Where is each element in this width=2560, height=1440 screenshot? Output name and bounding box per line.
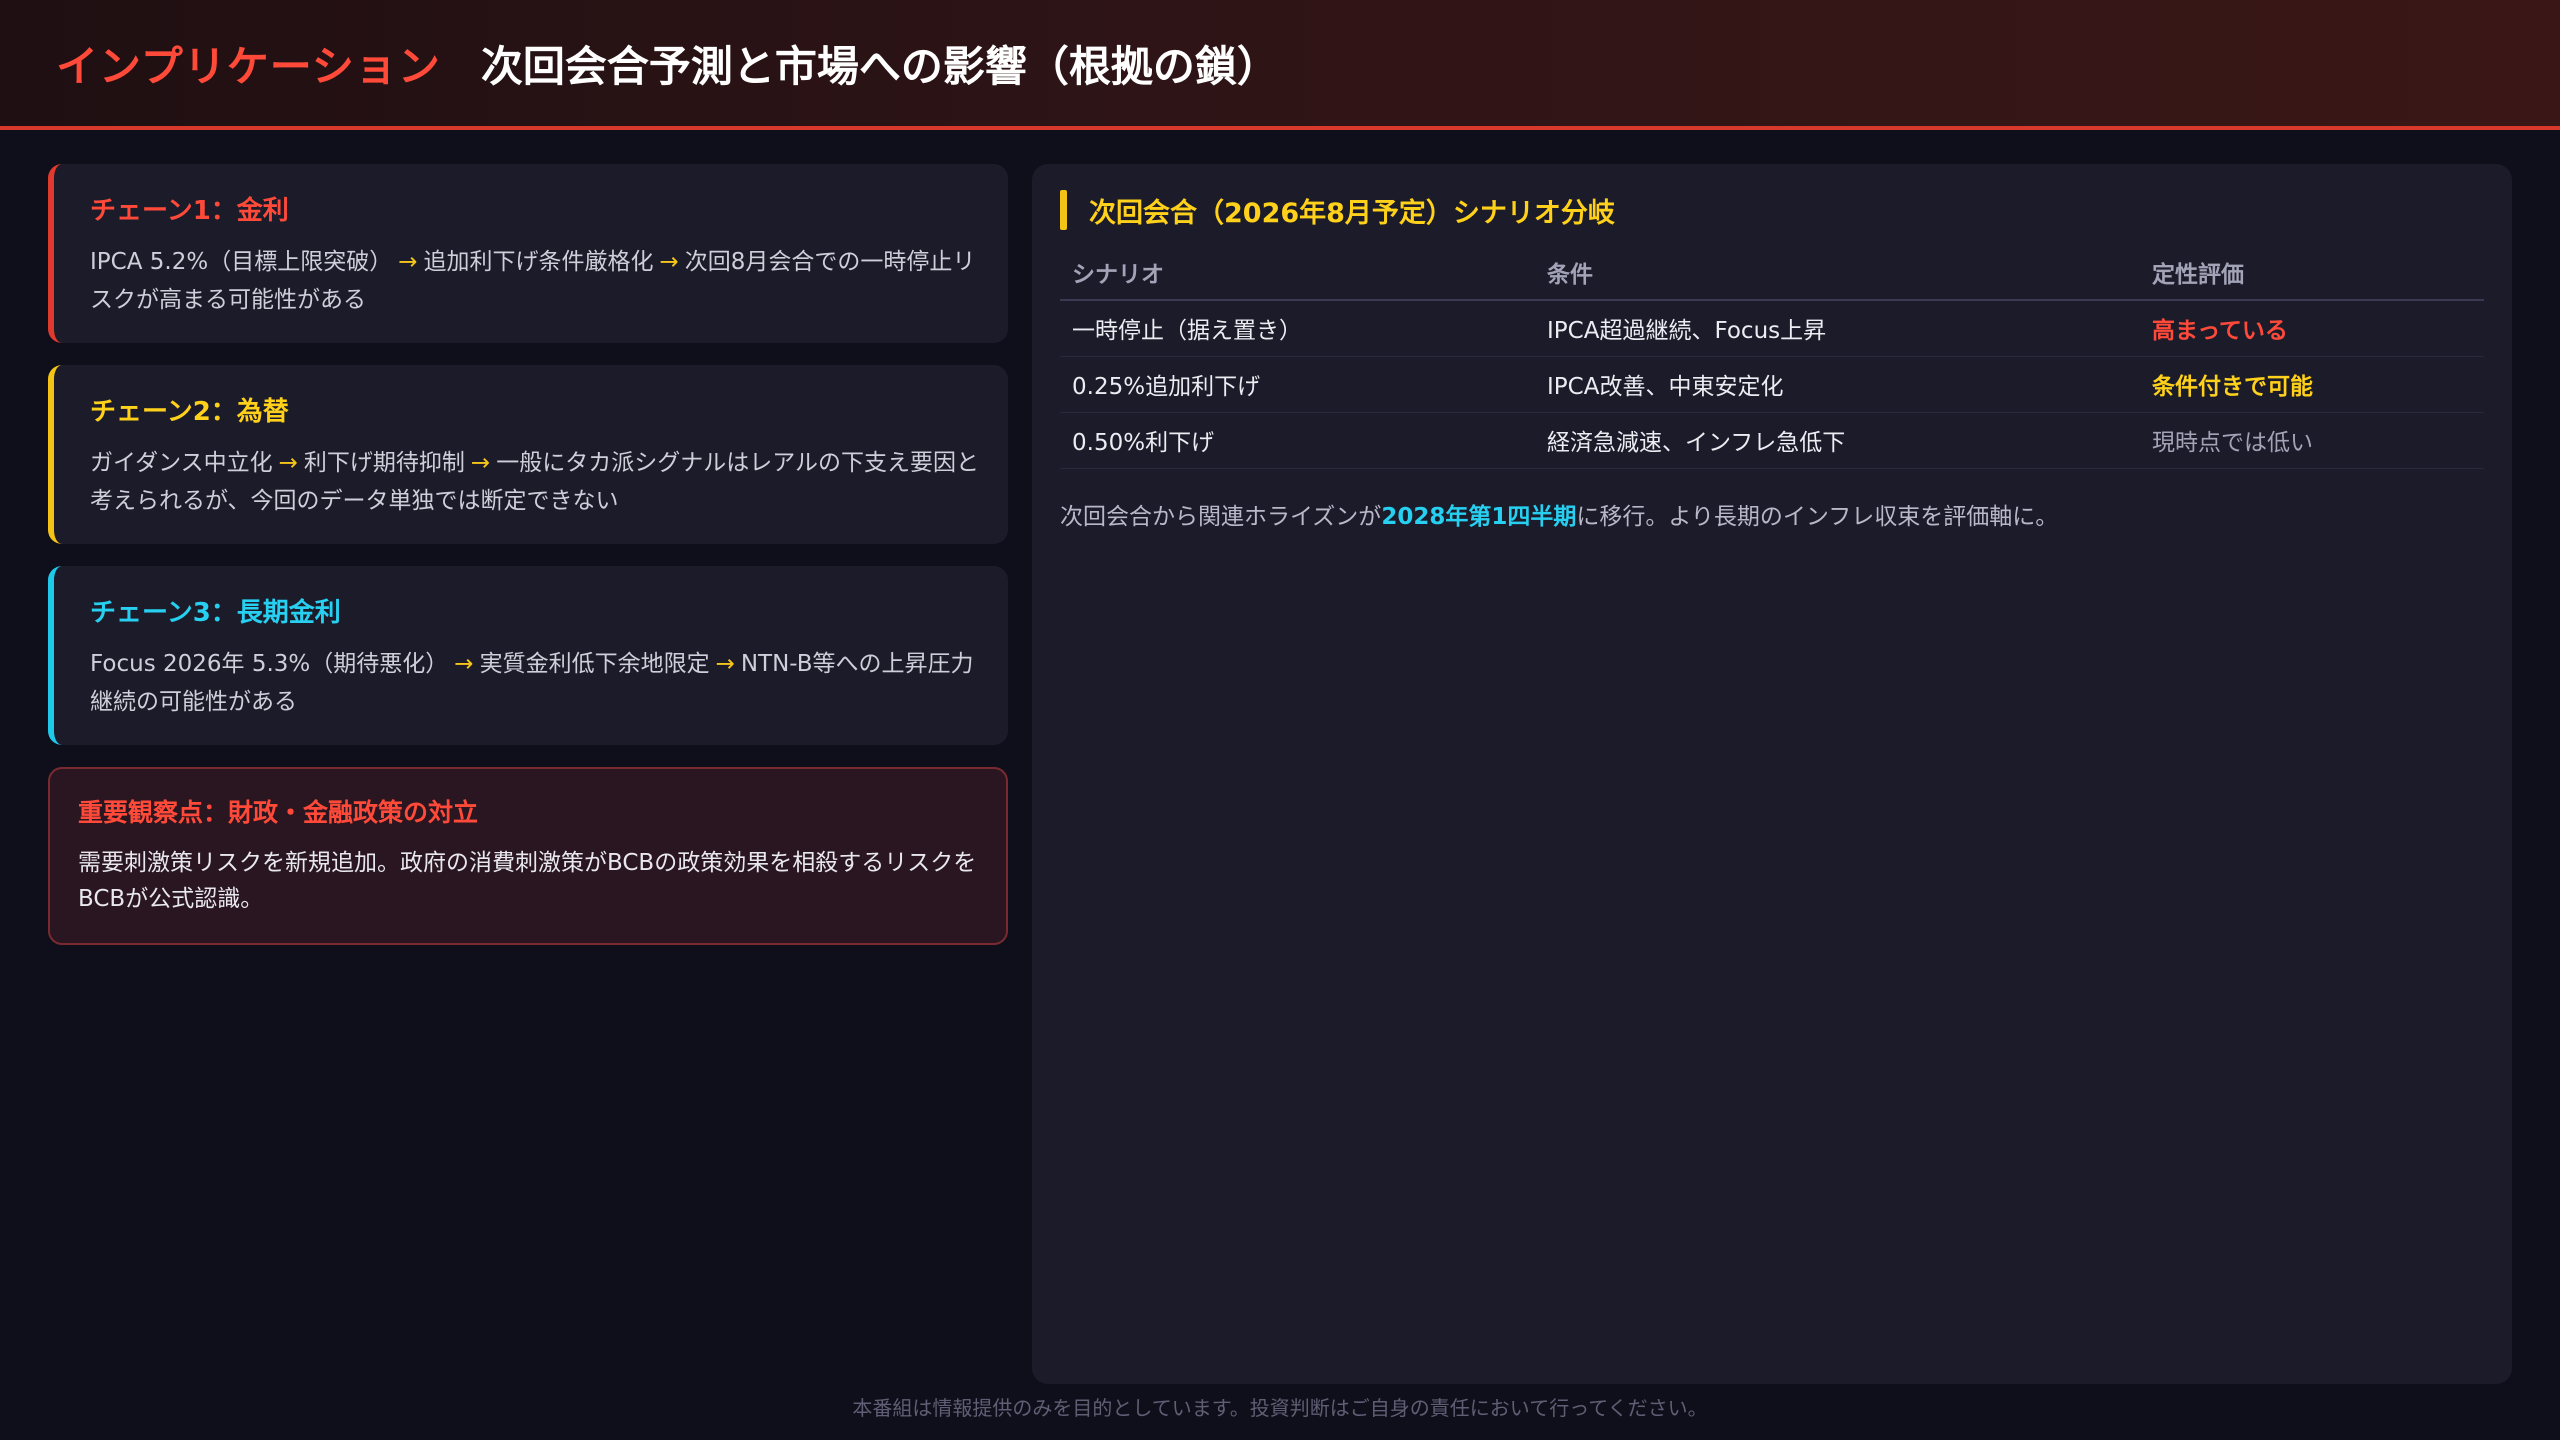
cell-evaluation: 条件付きで可能 — [2140, 356, 2484, 413]
key-observation-alert: 重要観察点：財政・金融政策の対立 需要刺激策リスクを新規追加。政府の消費刺激策が… — [48, 767, 1008, 945]
table-header-row: シナリオ 条件 定性評価 — [1060, 244, 2484, 301]
chain-step: 追加利下げ条件厳格化 — [423, 249, 654, 275]
chain-step: IPCA 5.2%（目標上限突破） — [90, 249, 393, 275]
arrow-icon: → — [454, 651, 474, 677]
chain-body: Focus 2026年 5.3%（期待悪化） → 実質金利低下余地限定 → NTN-B等… — [90, 645, 980, 721]
table-row: 0.50%利下げ 経済急減速、インフレ急低下 現時点では低い — [1060, 412, 2484, 469]
arrow-icon: → — [278, 450, 298, 476]
cell-scenario: 0.50%利下げ — [1060, 412, 1535, 469]
chain-card-long-rates: チェーン3：長期金利 Focus 2026年 5.3%（期待悪化） → 実質金利低下… — [48, 566, 1008, 745]
scenario-title-text: 次回会合（2026年8月予定）シナリオ分岐 — [1089, 197, 1615, 229]
arrow-icon: → — [715, 651, 735, 677]
column-header-evaluation: 定性評価 — [2140, 244, 2484, 301]
scenario-table: シナリオ 条件 定性評価 一時停止（据え置き） IPCA超過継続、Focus上昇… — [1060, 244, 2484, 469]
note-prefix: 次回会合から関連ホライズンが — [1060, 503, 1382, 530]
header-title-accent: インプリケーション — [56, 41, 441, 91]
chain-step: ガイダンス中立化 — [90, 450, 273, 476]
cell-scenario: 0.25%追加利下げ — [1060, 356, 1535, 413]
table-row: 0.25%追加利下げ IPCA改善、中東安定化 条件付きで可能 — [1060, 356, 2484, 413]
chain-column: チェーン1：金利 IPCA 5.2%（目標上限突破） → 追加利下げ条件厳格化 → 次回… — [48, 164, 1008, 945]
cell-evaluation: 高まっている — [2140, 300, 2484, 357]
header-bar: インプリケーション 次回会合予測と市場への影響（根拠の鎖） — [0, 0, 2560, 130]
scenario-panel-title: 次回会合（2026年8月予定）シナリオ分岐 — [1060, 190, 2484, 230]
chain-step: Focus 2026年 5.3%（期待悪化） — [90, 651, 449, 677]
alert-body: 需要刺激策リスクを新規追加。政府の消費刺激策がBCBの政策効果を相殺するリスクを… — [78, 850, 977, 912]
note-highlight: 2028年第1四半期 — [1381, 503, 1577, 530]
column-header-scenario: シナリオ — [1060, 244, 1535, 301]
cell-evaluation: 現時点では低い — [2140, 412, 2484, 469]
title-accent-bar — [1060, 190, 1067, 230]
chain-title: チェーン1：金利 — [90, 196, 289, 226]
chain-step: 利下げ期待抑制 — [303, 450, 465, 476]
scenario-panel: 次回会合（2026年8月予定）シナリオ分岐 シナリオ 条件 定性評価 一時停止（… — [1032, 164, 2512, 1384]
cell-condition: 経済急減速、インフレ急低下 — [1535, 412, 2140, 469]
note-suffix: に移行。より長期のインフレ収束を評価軸に。 — [1576, 503, 2059, 530]
chain-card-rates: チェーン1：金利 IPCA 5.2%（目標上限突破） → 追加利下げ条件厳格化 → 次回… — [48, 164, 1008, 343]
cell-condition: IPCA改善、中東安定化 — [1535, 356, 2140, 413]
disclaimer-footer: 本番組は情報提供のみを目的としています。投資判断はご自身の責任において行ってくだ… — [852, 1396, 1708, 1420]
horizon-note: 次回会合から関連ホライズンが2028年第1四半期に移行。より長期のインフレ収束を… — [1060, 497, 2484, 531]
arrow-icon: → — [398, 249, 418, 275]
chain-title: チェーン3：長期金利 — [90, 598, 341, 628]
chain-card-fx: チェーン2：為替 ガイダンス中立化 → 利下げ期待抑制 → 一般にタカ派シグナルはレアル… — [48, 365, 1008, 544]
chain-body: ガイダンス中立化 → 利下げ期待抑制 → 一般にタカ派シグナルはレアルの下支え要因と考え… — [90, 444, 980, 520]
arrow-icon: → — [470, 450, 491, 476]
chain-title: チェーン2：為替 — [90, 397, 289, 427]
cell-condition: IPCA超過継続、Focus上昇 — [1535, 300, 2140, 357]
header-title-main: 次回会合予測と市場への影響（根拠の鎖） — [480, 41, 1279, 91]
cell-scenario: 一時停止（据え置き） — [1060, 300, 1535, 357]
arrow-icon: → — [659, 249, 679, 275]
chain-step: 実質金利低下余地限定 — [479, 651, 710, 677]
column-header-condition: 条件 — [1535, 244, 2140, 301]
table-row: 一時停止（据え置き） IPCA超過継続、Focus上昇 高まっている — [1060, 300, 2484, 357]
alert-title: 重要観察点：財政・金融政策の対立 — [78, 798, 479, 827]
chain-body: IPCA 5.2%（目標上限突破） → 追加利下げ条件厳格化 → 次回8月会合での一時停… — [90, 243, 980, 319]
